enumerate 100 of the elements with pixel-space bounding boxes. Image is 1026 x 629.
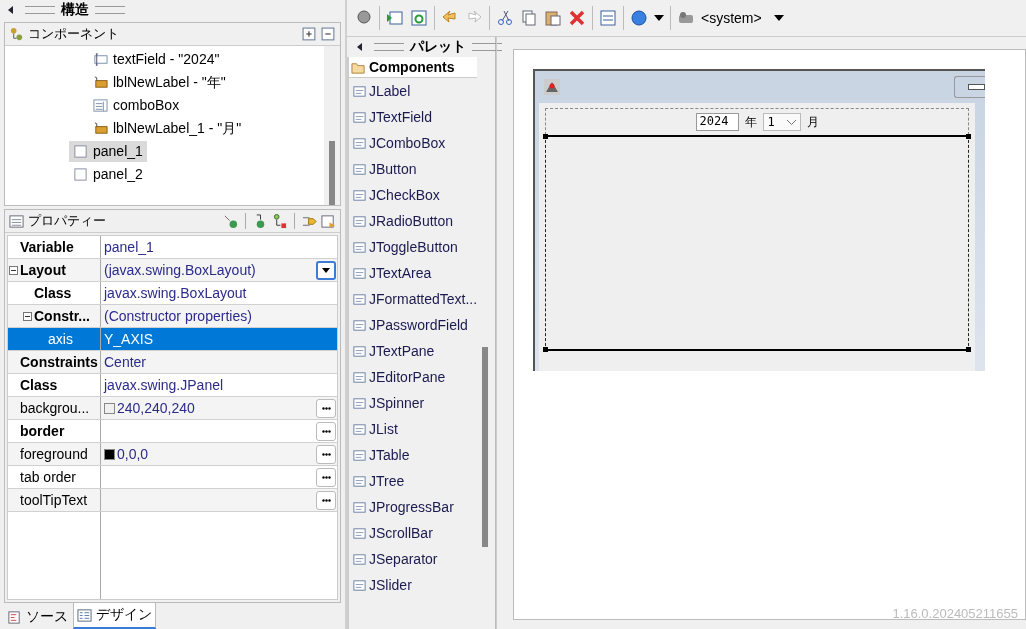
more-button[interactable] [316, 444, 336, 464]
tree-item[interactable]: comboBox [89, 95, 184, 116]
widget-icon [352, 291, 367, 307]
caret-icon [322, 267, 330, 273]
panel-title: コンポーネント [28, 25, 119, 43]
version-text: 1.16.0.202405211655 [892, 606, 1018, 621]
property-row[interactable]: toolTipText [8, 489, 337, 512]
minimize-button[interactable] [954, 76, 985, 98]
property-name: border [20, 423, 65, 439]
panel-title: プロパティー [28, 212, 106, 230]
ellipsis-icon [321, 406, 331, 410]
caret-icon[interactable] [773, 15, 784, 21]
widget-icon [352, 369, 367, 385]
tree-item[interactable]: lblNewLabel_1 - "月" [89, 118, 246, 139]
property-row[interactable]: Constraints Center [8, 351, 337, 374]
delete-icon[interactable] [568, 9, 586, 27]
source-file-icon [7, 609, 22, 625]
drag-grip[interactable] [472, 43, 502, 51]
drag-grip[interactable] [25, 6, 55, 14]
palette-item[interactable]: JButton [349, 156, 478, 182]
palette-item[interactable]: JScrollBar [349, 520, 478, 546]
palette-item[interactable]: JComboBox [349, 130, 478, 156]
widget-icon [352, 239, 367, 255]
drag-grip[interactable] [374, 43, 404, 51]
cut-icon[interactable] [496, 9, 514, 27]
ellipsis-icon [321, 452, 331, 456]
drag-grip[interactable] [95, 6, 125, 14]
add-field-icon[interactable] [272, 213, 287, 229]
refresh-icon[interactable] [410, 9, 428, 27]
caret-icon[interactable] [654, 15, 664, 21]
widget-icon [352, 577, 367, 593]
app-icon [543, 78, 561, 96]
palette-item[interactable]: JCheckBox [349, 182, 478, 208]
month-combo[interactable]: 1 [762, 113, 801, 131]
ellipsis-icon [321, 429, 331, 433]
property-name: Variable [20, 239, 74, 255]
property-row[interactable]: foreground 0,0,0 [8, 443, 337, 466]
property-name: backgrou... [20, 400, 90, 416]
palette-item[interactable]: JList [349, 416, 478, 442]
palette-item[interactable]: JFormattedText... [349, 286, 478, 312]
form-icon[interactable] [599, 9, 617, 27]
widget-icon [352, 447, 367, 463]
palette-item[interactable]: JTable [349, 442, 478, 468]
property-name: toolTipText [20, 492, 88, 508]
palette-category[interactable]: Components [349, 57, 478, 78]
view-title: パレット [410, 38, 466, 56]
label-icon [93, 121, 108, 136]
property-name: Class [20, 377, 58, 393]
editor-tab[interactable]: デザイン [73, 602, 156, 629]
expand-all-icon[interactable] [302, 26, 317, 42]
properties-icon [9, 213, 24, 229]
property-row[interactable]: Constr... (Constructor properties) [8, 305, 337, 328]
view-title: 構造 [61, 1, 89, 19]
minimize-icon[interactable] [8, 6, 13, 14]
more-button[interactable] [316, 421, 336, 441]
tree-item[interactable]: panel_1 [69, 141, 147, 162]
property-row[interactable]: axis Y_AXIS [8, 328, 337, 351]
palette-item[interactable]: JTextArea [349, 260, 478, 286]
tree-item[interactable]: lblNewLabel - "年" [89, 72, 230, 93]
widget-icon [352, 317, 367, 333]
copy-icon[interactable] [520, 9, 538, 27]
paste-icon[interactable] [544, 9, 562, 27]
more-button[interactable] [316, 490, 336, 510]
palette-item[interactable]: JTextPane [349, 338, 478, 364]
source-icon[interactable] [386, 9, 404, 27]
property-name: Constraints [20, 354, 98, 370]
locale-selector[interactable]: <system> [701, 10, 768, 26]
tree-item[interactable]: panel_2 [69, 164, 147, 185]
palette-item[interactable]: JRadioButton [349, 208, 478, 234]
property-name: Class [34, 285, 72, 301]
palette-item[interactable]: JSeparator [349, 546, 478, 572]
collapse-icon[interactable] [9, 265, 18, 275]
collapse-icon[interactable] [23, 311, 32, 321]
widget-icon [352, 473, 367, 489]
palette-item[interactable]: JPasswordField [349, 312, 478, 338]
ellipsis-icon [321, 498, 331, 502]
more-button[interactable] [316, 398, 336, 418]
property-row[interactable]: Layout (javax.swing.BoxLayout) [8, 259, 337, 282]
tree-item[interactable]: textField - "2024" [89, 49, 224, 70]
property-row[interactable]: backgrou... 240,240,240 [8, 397, 337, 420]
combo-box-icon [93, 98, 108, 113]
minimize-icon[interactable] [357, 43, 362, 51]
palette-item[interactable]: JEditorPane [349, 364, 478, 390]
chevron-icon [786, 119, 796, 125]
widget-icon [352, 135, 367, 151]
editor-tab[interactable]: ソース [4, 605, 71, 629]
dropdown-button[interactable] [316, 260, 336, 280]
palette-item[interactable]: JTree [349, 468, 478, 494]
palette-item[interactable]: JSpinner [349, 390, 478, 416]
widget-icon [352, 343, 367, 359]
widget-icon [352, 395, 367, 411]
palette-item[interactable]: JTextField [349, 104, 478, 130]
year-field[interactable]: 2024 [695, 113, 739, 131]
collapse-all-icon[interactable] [321, 26, 336, 42]
palette-item[interactable]: JProgressBar [349, 494, 478, 520]
more-button[interactable] [316, 467, 336, 487]
palette-item[interactable]: JLabel [349, 78, 478, 104]
selected-panel[interactable] [545, 135, 969, 351]
palette-item[interactable]: JSlider [349, 572, 478, 598]
palette-item[interactable]: JToggleButton [349, 234, 478, 260]
